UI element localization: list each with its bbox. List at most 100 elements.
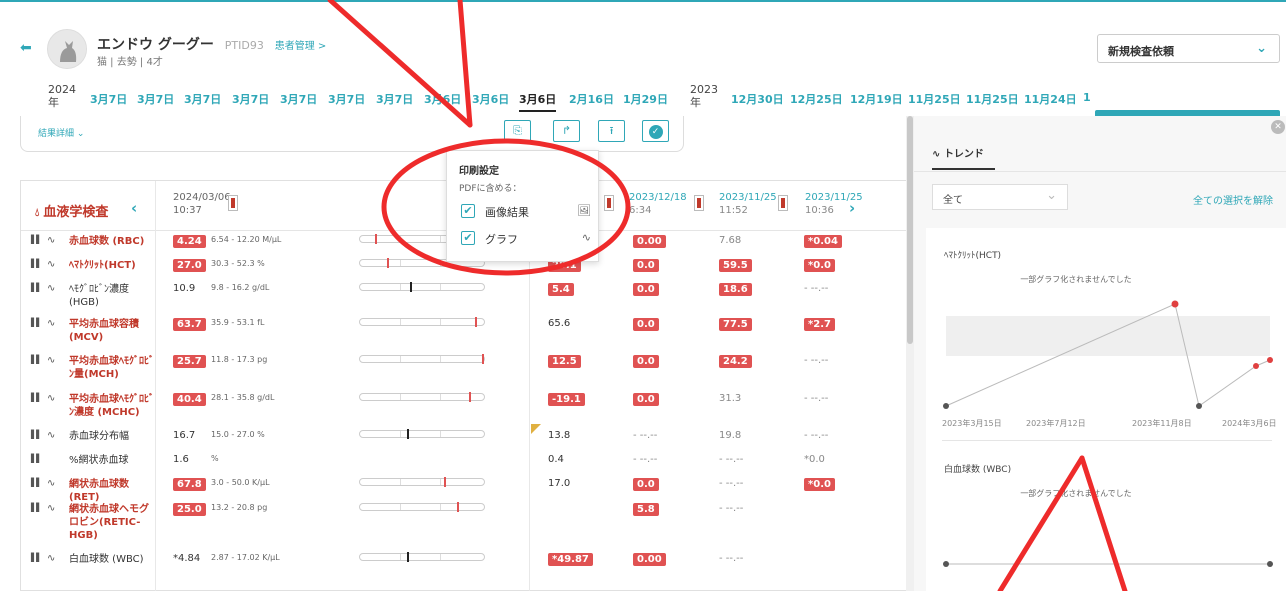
print-settings-title: 印刷設定 (459, 166, 499, 177)
print-option-graph[interactable]: ✔ グラフ ∿ (461, 230, 591, 248)
abnormal-badge: 77.5 (719, 318, 752, 331)
date-tab[interactable]: 11月24日 (1024, 91, 1077, 107)
trend-icon[interactable]: ∿ (47, 430, 55, 441)
tab-trend[interactable]: ∿ トレンド (932, 145, 995, 170)
range-indicator (359, 317, 485, 327)
print-option-image[interactable]: ✔ 画像結果 🖼︎ (461, 203, 591, 221)
bar-chart-icon[interactable]: ▌▌ (31, 235, 42, 244)
range-indicator (359, 354, 485, 364)
back-arrow-icon[interactable]: ⬅ (20, 40, 36, 56)
date-tab[interactable]: 3月7日 (376, 91, 413, 107)
column-header[interactable]: 2023/12/18 6:34 (629, 191, 687, 217)
trend-icon[interactable]: ∿ (47, 283, 55, 294)
bar-chart-icon[interactable]: ▌▌ (31, 430, 42, 439)
test-name: 網状赤血球数 (RET) (69, 479, 129, 503)
history-value: - --.-- (804, 355, 829, 366)
abnormal-badge: 59.5 (719, 259, 752, 272)
reference-range: 3.0 - 50.0 K/µL (211, 478, 270, 487)
trend-icon[interactable]: ∿ (47, 355, 55, 366)
history-value: 18.6 (719, 283, 752, 296)
trend-icon[interactable]: ∿ (47, 503, 55, 514)
clear-all-selection-link[interactable]: 全ての選択を解除 (1193, 192, 1273, 207)
date-tab[interactable]: 3月6日 (519, 91, 557, 112)
wbc-chart-title: 白血球数 (WBC) (944, 465, 1012, 475)
range-indicator (359, 392, 485, 402)
trend-icon[interactable]: ∿ (47, 553, 55, 564)
trend-icon[interactable]: ∿ (47, 259, 55, 270)
bar-chart-icon[interactable]: ▌▌ (31, 393, 42, 402)
trend-icon[interactable]: ∿ (47, 478, 55, 489)
test-value: 67.8 (173, 478, 206, 491)
checkbox-checked-icon[interactable]: ✔ (461, 204, 475, 218)
range-indicator (359, 552, 485, 562)
print-button[interactable]: ⎘ (504, 120, 531, 142)
note-flag-icon[interactable] (531, 424, 541, 434)
date-tab[interactable]: 12月19日 (850, 91, 903, 107)
print-option-label: 画像結果 (485, 206, 529, 219)
abnormal-badge: 63.7 (173, 318, 206, 331)
date-tab[interactable]: 3月7日 (137, 91, 174, 107)
result-detail-toggle[interactable]: 結果詳細 ⌄ (38, 126, 84, 139)
chevron-down-icon: ⌄ (1046, 188, 1057, 203)
test-value: 25.0 (173, 503, 206, 516)
date-tab[interactable]: 12月30日 (731, 91, 784, 107)
pdf-icon[interactable] (694, 195, 704, 211)
date-tab[interactable]: 12月25日 (790, 91, 843, 107)
date-tab[interactable]: 1 (1083, 91, 1091, 104)
bar-chart-icon[interactable]: ▌▌ (31, 259, 42, 268)
test-value: 1.6 (173, 454, 189, 465)
trend-icon[interactable]: ∿ (47, 235, 55, 246)
confirm-button[interactable]: ✓ (642, 120, 669, 142)
patient-manage-link[interactable]: 患者管理 > (275, 41, 327, 52)
abnormal-badge: *0.0 (804, 259, 835, 272)
panel-title: 💧︎ 血液学検査 (35, 201, 108, 220)
bar-chart-icon[interactable]: ▌▌ (31, 454, 42, 463)
date-tab[interactable]: 2月16日 (569, 91, 614, 107)
date-tab[interactable]: 3月6日 (424, 91, 461, 107)
test-name: 網状赤血球ヘモグロビン(RETIC-HGB) (69, 504, 149, 541)
share-icon[interactable]: ↱ (553, 120, 580, 142)
date-tab[interactable]: 11月25日 (908, 91, 961, 107)
history-value: 0.0 (633, 478, 659, 491)
date-tab[interactable]: 3月7日 (184, 91, 221, 107)
avatar (47, 29, 87, 69)
test-value: 16.7 (173, 430, 196, 441)
date-tab[interactable]: 3月7日 (90, 91, 127, 107)
export-icon[interactable]: ⭱ (598, 120, 625, 142)
date-tab[interactable]: 1月29日 (623, 91, 668, 107)
column-header[interactable]: 2023/11/25 11:52 (719, 191, 777, 217)
prev-column-button[interactable]: ‹ (131, 199, 137, 217)
print-settings-popover: 印刷設定 PDFに含める： ✔ 画像結果 🖼︎ ✔ グラフ ∿ (446, 150, 599, 262)
bar-chart-icon[interactable]: ▌▌ (31, 503, 42, 512)
bar-chart-icon[interactable]: ▌▌ (31, 553, 42, 562)
date-tab[interactable]: 3月6日 (472, 91, 509, 107)
bar-chart-icon[interactable]: ▌▌ (31, 318, 42, 327)
pdf-icon[interactable] (604, 195, 614, 211)
history-value: 5.4 (548, 283, 574, 296)
close-icon[interactable]: ✕ (1271, 120, 1285, 134)
test-value: 25.7 (173, 355, 206, 368)
date-tab[interactable]: 3月7日 (328, 91, 365, 107)
trend-icon[interactable]: ∿ (47, 393, 55, 404)
scrollbar-thumb[interactable] (907, 116, 913, 344)
axis-tick-label: 2024年3月6日 (1222, 419, 1277, 428)
pdf-icon[interactable] (228, 195, 238, 211)
test-value: *4.84 (173, 553, 201, 564)
trend-icon[interactable]: ∿ (47, 318, 55, 329)
trend-filter-select[interactable]: 全て ⌄ (932, 184, 1068, 210)
bar-chart-icon[interactable]: ▌▌ (31, 478, 42, 487)
history-value: 17.0 (548, 478, 571, 489)
date-tab[interactable]: 3月7日 (232, 91, 269, 107)
bar-chart-icon[interactable]: ▌▌ (31, 355, 42, 364)
scrollbar[interactable] (906, 116, 914, 591)
pdf-icon[interactable] (778, 195, 788, 211)
column-header[interactable]: 2023/11/25 10:36 (805, 191, 863, 217)
date-tab[interactable]: 3月7日 (280, 91, 317, 107)
bar-chart-icon[interactable]: ▌▌ (31, 283, 42, 292)
abnormal-badge: 0.0 (633, 478, 659, 491)
new-lab-request-select[interactable]: 新規検査依頼 ⌄ (1097, 34, 1280, 63)
abnormal-badge: 0.0 (633, 355, 659, 368)
date-tab[interactable]: 11月25日 (966, 91, 1019, 107)
range-indicator (359, 502, 485, 512)
checkbox-checked-icon[interactable]: ✔ (461, 231, 475, 245)
